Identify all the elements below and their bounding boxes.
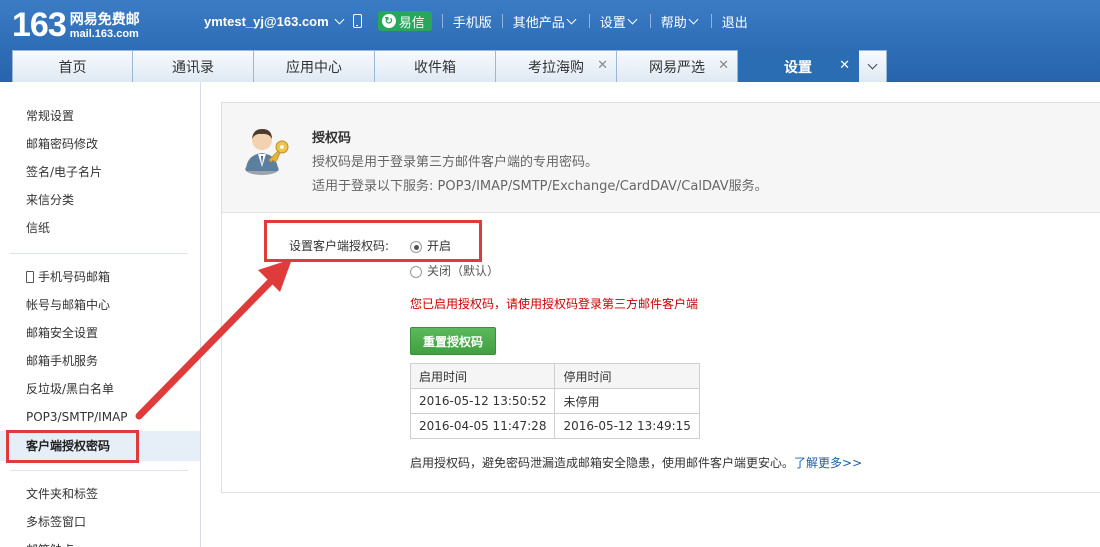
sidebar-item-signature[interactable]: 签名/电子名片 <box>26 161 102 183</box>
radio-disable-label[interactable]: 关闭（默认） <box>427 262 499 279</box>
panel-title: 授权码 <box>312 131 352 146</box>
auth-history-table: 启用时间 停用时间 2016-05-12 13:50:52 未停用 2016-0… <box>409 363 700 439</box>
logout-link[interactable]: 退出 <box>722 12 748 31</box>
user-account-menu[interactable]: ymtest_yj@163.com <box>204 14 347 29</box>
divider <box>649 14 651 28</box>
help-menu-label: 帮助 <box>660 15 687 31</box>
divider <box>441 14 443 28</box>
settings-sidebar: 常规设置 邮箱密码修改 签名/电子名片 来信分类 信纸 手机号码邮箱 帐号与邮箱… <box>0 82 201 547</box>
sidebar-item-mobile-mailbox[interactable]: 手机号码邮箱 <box>26 266 110 288</box>
panel-header: 授权码 授权码是用于登录第三方邮件客户端的专用密码。 适用于登录以下服务: PO… <box>222 103 1100 213</box>
sidebar-item-general[interactable]: 常规设置 <box>26 105 74 127</box>
yixin-icon: ↻ <box>381 14 396 28</box>
tab-kaola[interactable]: 考拉海购 ✕ <box>496 50 617 82</box>
auth-code-panel: 授权码 授权码是用于登录第三方邮件客户端的专用密码。 适用于登录以下服务: PO… <box>221 102 1100 493</box>
sidebar-divider <box>10 470 188 471</box>
tab-yanxuan[interactable]: 网易严选 ✕ <box>617 50 738 82</box>
tab-settings[interactable]: 设置 ✕ <box>738 50 859 82</box>
tab-label: 通讯录 <box>172 59 214 76</box>
divider <box>710 14 712 28</box>
logo-number: 163 <box>12 6 67 44</box>
yixin-label: 易信 <box>398 15 425 31</box>
chevron-down-icon <box>334 14 345 24</box>
close-icon[interactable]: ✕ <box>597 59 608 73</box>
tab-app-center[interactable]: 应用中心 <box>254 50 375 82</box>
sidebar-item-label: 手机号码邮箱 <box>38 270 111 284</box>
sidebar-item-security[interactable]: 邮箱安全设置 <box>26 322 98 344</box>
chevron-down-icon <box>627 14 638 24</box>
logo-domain: mail.163.com <box>69 28 139 40</box>
tab-bar: 首页 通讯录 应用中心 收件箱 考拉海购 ✕ 网易严选 ✕ 设置 ✕ <box>12 50 887 82</box>
close-icon[interactable]: ✕ <box>839 59 850 73</box>
sidebar-item-folders-tags[interactable]: 文件夹和标签 <box>26 483 98 505</box>
sidebar-item-password[interactable]: 邮箱密码修改 <box>26 133 98 155</box>
radio-enable[interactable] <box>410 241 422 253</box>
tab-label: 考拉海购 <box>528 59 584 76</box>
footnote: 启用授权码，避免密码泄漏造成邮箱安全隐患，使用邮件客户端更安心。了解更多>> <box>410 454 862 471</box>
top-header: 163 网易免费邮 mail.163.com ymtest_yj@163.com… <box>0 0 1100 82</box>
chevron-down-icon <box>688 14 699 24</box>
radio-disable[interactable] <box>410 266 422 278</box>
sidebar-item-antispam[interactable]: 反垃圾/黑白名单 <box>26 378 114 400</box>
sidebar-item-mail-filter[interactable]: 来信分类 <box>26 189 74 211</box>
yixin-button[interactable]: ↻ 易信 <box>377 11 432 31</box>
sidebar-divider <box>10 253 188 254</box>
divider <box>588 14 590 28</box>
tab-label: 收件箱 <box>414 59 456 76</box>
table-cell: 2016-05-12 13:50:52 <box>409 388 556 414</box>
column-header: 停用时间 <box>554 363 700 389</box>
table-cell: 未停用 <box>554 388 700 414</box>
more-tabs-button[interactable] <box>859 50 887 82</box>
sidebar-item-client-auth-password[interactable]: 客户端授权密码 <box>26 435 110 457</box>
sidebar-item-touchpoints[interactable]: 邮箱触点 <box>26 539 74 547</box>
chevron-down-icon <box>566 14 577 24</box>
sidebar-item-multi-tab[interactable]: 多标签窗口 <box>26 511 86 533</box>
close-icon[interactable]: ✕ <box>718 59 729 73</box>
radio-enable-label[interactable]: 开启 <box>427 237 451 254</box>
mobile-phone-icon <box>26 271 34 283</box>
user-toolbar: ymtest_yj@163.com ↻ 易信 手机版 其他产品 设置 帮助 退出 <box>204 10 748 32</box>
settings-menu[interactable]: 设置 <box>600 12 640 31</box>
table-cell: 2016-05-12 13:49:15 <box>554 413 700 439</box>
divider <box>501 14 503 28</box>
panel-services-description: 适用于登录以下服务: POP3/IMAP/SMTP/Exchange/CardD… <box>312 179 768 194</box>
mail-logo[interactable]: 163 网易免费邮 mail.163.com <box>12 6 140 44</box>
chevron-down-icon <box>867 59 878 70</box>
tab-home[interactable]: 首页 <box>12 50 133 82</box>
table-row: 2016-04-05 11:47:28 2016-05-12 13:49:15 <box>409 413 700 439</box>
column-header: 启用时间 <box>409 363 556 389</box>
footnote-text: 启用授权码，避免密码泄漏造成邮箱安全隐患，使用邮件客户端更安心。 <box>410 456 795 470</box>
mobile-phone-icon[interactable] <box>352 14 362 28</box>
other-products-label: 其他产品 <box>512 15 565 31</box>
tab-label: 设置 <box>784 59 812 76</box>
reset-auth-code-button[interactable]: 重置授权码 <box>410 327 496 355</box>
panel-description: 授权码是用于登录第三方邮件客户端的专用密码。 <box>312 155 599 170</box>
logo-name: 网易免费邮 <box>69 12 140 28</box>
other-products-menu[interactable]: 其他产品 <box>513 12 579 31</box>
table-cell: 2016-04-05 11:47:28 <box>409 413 556 439</box>
status-notice: 您已启用授权码，请使用授权码登录第三方邮件客户端 <box>410 297 699 311</box>
tab-inbox[interactable]: 收件箱 <box>375 50 496 82</box>
table-row: 2016-05-12 13:50:52 未停用 <box>409 388 700 414</box>
tab-label: 网易严选 <box>649 59 705 76</box>
user-key-icon <box>245 129 289 175</box>
sidebar-item-pop3-smtp-imap[interactable]: POP3/SMTP/IMAP <box>26 406 128 428</box>
sidebar-item-mobile-service[interactable]: 邮箱手机服务 <box>26 350 98 372</box>
table-header-row: 启用时间 停用时间 <box>409 363 700 389</box>
learn-more-link[interactable]: 了解更多>> <box>794 456 862 470</box>
sidebar-item-stationery[interactable]: 信纸 <box>26 217 50 239</box>
mobile-version-link[interactable]: 手机版 <box>453 12 492 31</box>
tab-label: 应用中心 <box>286 59 342 76</box>
auth-code-option-label: 设置客户端授权码: <box>289 239 390 253</box>
tab-label: 首页 <box>58 59 87 76</box>
user-email: ymtest_yj@163.com <box>204 13 329 29</box>
help-menu[interactable]: 帮助 <box>661 12 701 31</box>
sidebar-item-account-center[interactable]: 帐号与邮箱中心 <box>26 294 110 316</box>
settings-menu-label: 设置 <box>599 15 626 31</box>
tab-contacts[interactable]: 通讯录 <box>133 50 254 82</box>
